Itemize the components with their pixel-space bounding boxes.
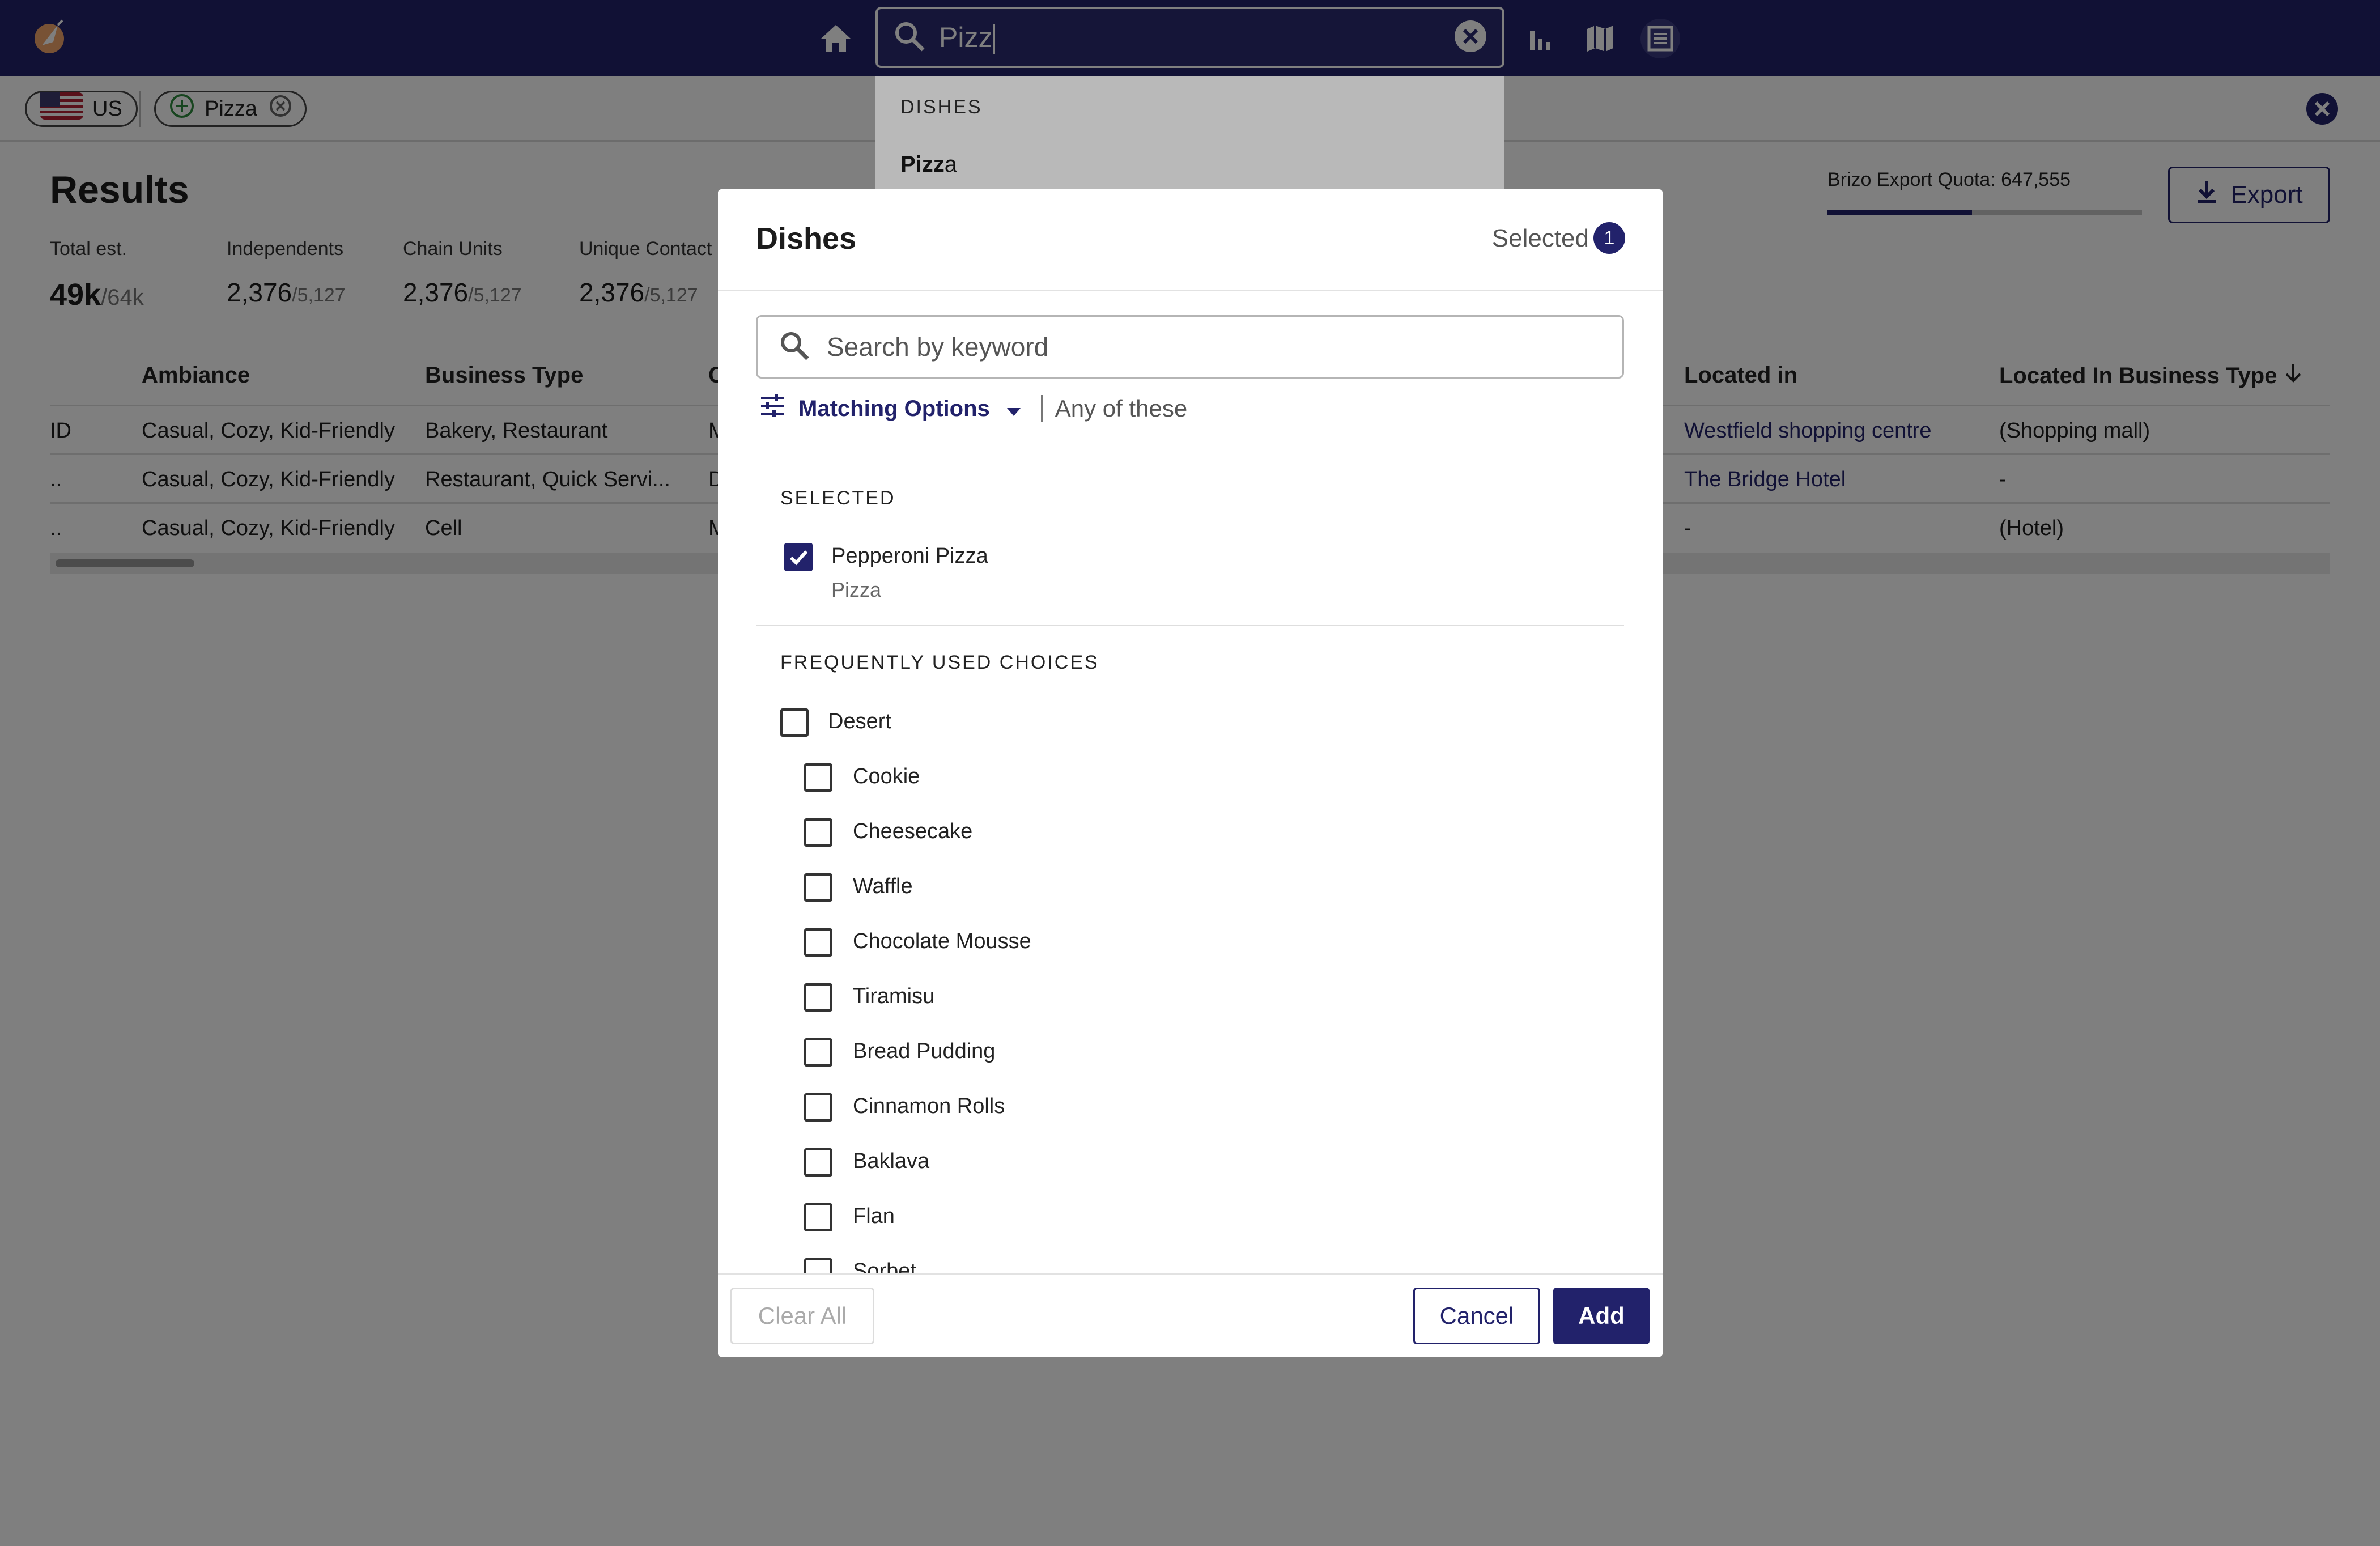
choice-checkbox[interactable]	[804, 1093, 832, 1122]
choice-label: Tiramisu	[853, 984, 935, 1008]
choice-checkbox[interactable]	[804, 928, 832, 957]
add-button[interactable]: Add	[1553, 1288, 1650, 1344]
choice-checkbox[interactable]	[804, 1203, 832, 1231]
clear-all-button[interactable]: Clear All	[730, 1288, 874, 1344]
cancel-button[interactable]: Cancel	[1413, 1288, 1540, 1344]
choice-label: Flan	[853, 1204, 895, 1228]
keyword-search-input[interactable]: Search by keyword	[756, 315, 1624, 379]
dishes-modal: Dishes Selected 1 Search by keyword Matc…	[718, 189, 1663, 1357]
modal-header: Dishes Selected 1	[718, 189, 1663, 291]
choice-checkbox-desert[interactable]	[780, 708, 809, 737]
autocomplete-section-header: DISHES	[900, 96, 983, 118]
choice-label: Chocolate Mousse	[853, 929, 1031, 953]
search-icon	[779, 330, 810, 364]
modal-footer: Clear All Cancel Add	[718, 1273, 1663, 1357]
choice-checkbox[interactable]	[804, 763, 832, 792]
choice-label: Bread Pudding	[853, 1039, 996, 1063]
matching-options-row: Matching Options Any of these	[760, 394, 1187, 423]
matching-options-dropdown[interactable]: Matching Options	[798, 396, 990, 422]
choice-checkbox[interactable]	[804, 983, 832, 1012]
choice-label: Waffle	[853, 874, 913, 898]
selected-item-checkbox[interactable]	[784, 543, 813, 571]
choice-label: Cinnamon Rolls	[853, 1094, 1005, 1118]
choice-checkbox[interactable]	[804, 873, 832, 902]
choice-label: Baklava	[853, 1149, 930, 1173]
selected-section-header: SELECTED	[780, 487, 896, 509]
autocomplete-item[interactable]: Pizza	[900, 152, 957, 177]
selected-item-parent: Pizza	[831, 578, 882, 601]
selected-label: Selected	[1491, 224, 1589, 252]
choice-checkbox[interactable]	[804, 1148, 832, 1177]
selected-count-badge: 1	[1593, 222, 1625, 254]
selected-item-label: Pepperoni Pizza	[831, 544, 988, 568]
search-autocomplete-dropdown: DISHES Pizza	[876, 76, 1504, 189]
choice-label: Cookie	[853, 764, 920, 788]
frequent-section-header: FREQUENTLY USED CHOICES	[780, 652, 1099, 673]
keyword-search-placeholder: Search by keyword	[827, 332, 1049, 362]
choice-checkbox[interactable]	[804, 818, 832, 847]
choice-label: Cheesecake	[853, 819, 973, 843]
tune-icon	[760, 394, 785, 423]
choice-label-desert: Desert	[828, 710, 891, 733]
choice-checkbox[interactable]	[804, 1038, 832, 1067]
modal-title: Dishes	[756, 222, 857, 256]
chevron-down-icon[interactable]	[1006, 396, 1021, 422]
section-divider	[756, 625, 1624, 626]
separator	[1040, 395, 1043, 422]
matching-mode-value: Any of these	[1055, 395, 1188, 422]
